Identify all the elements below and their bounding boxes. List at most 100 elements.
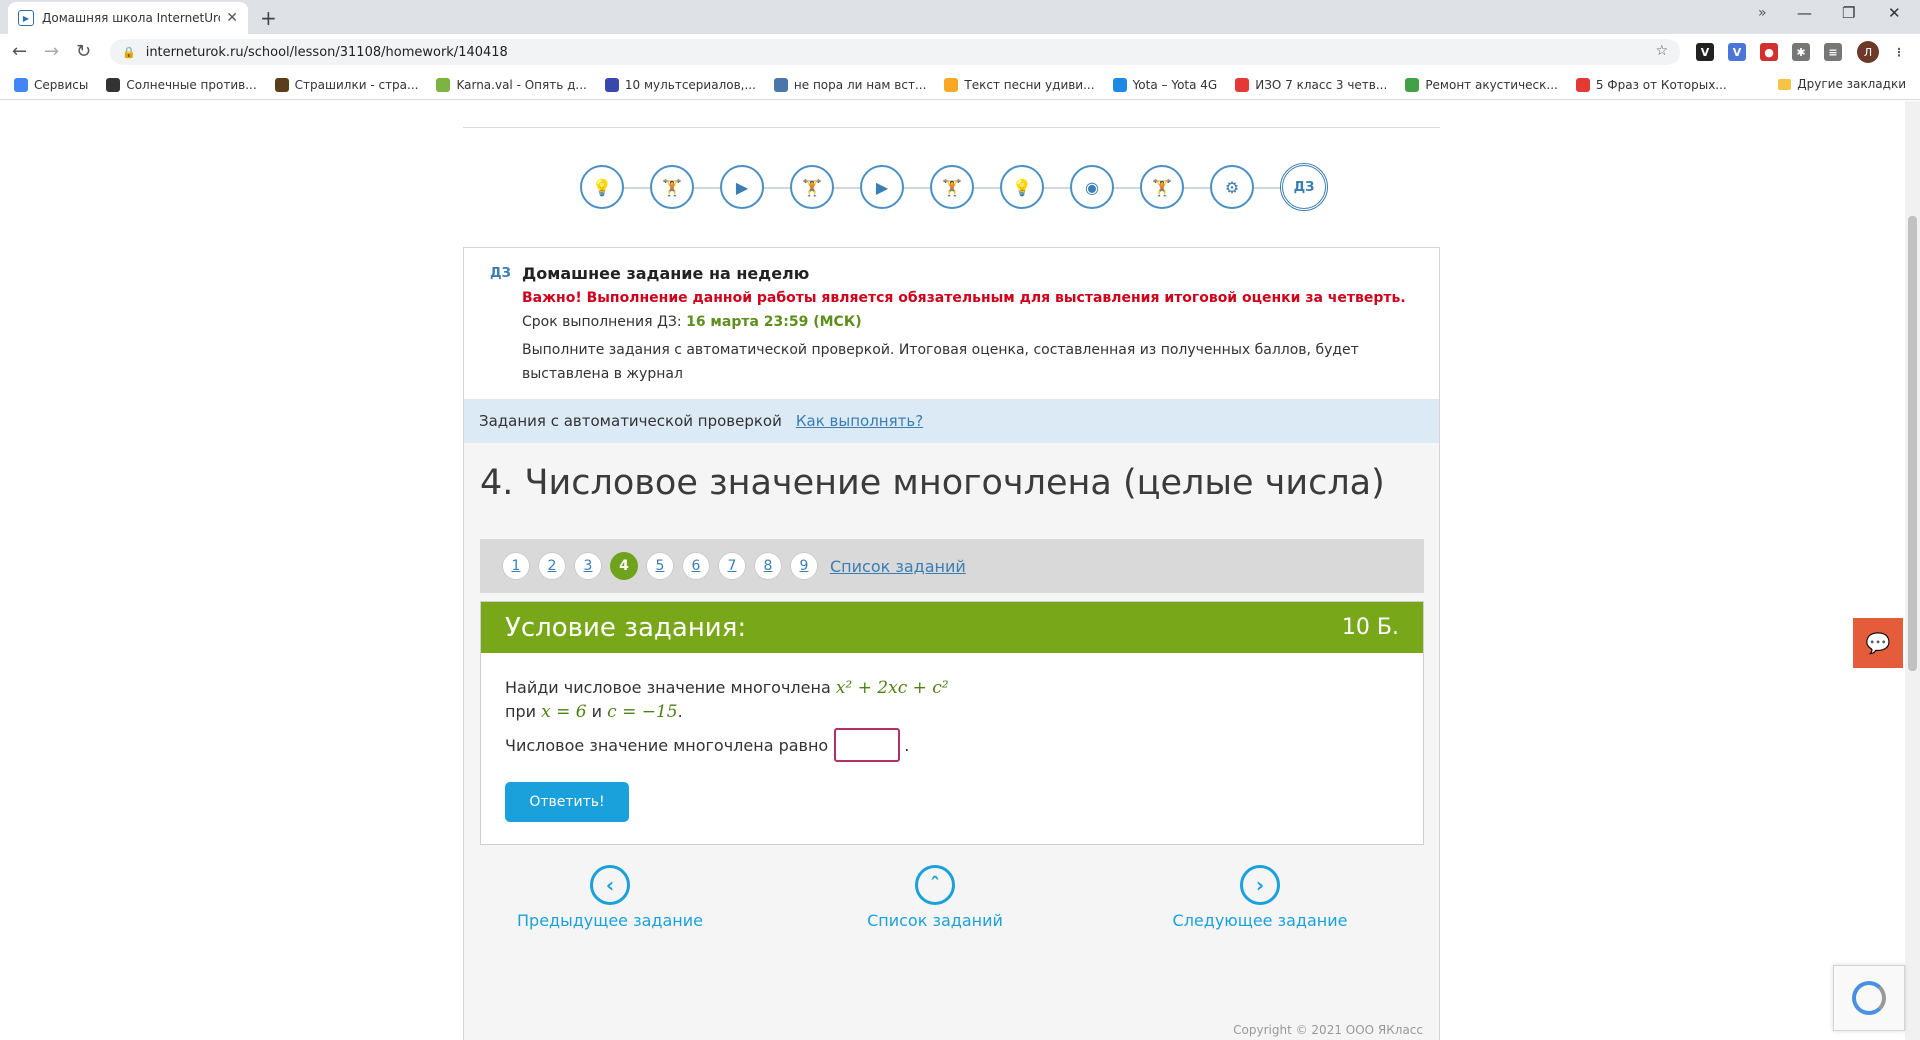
extensions-puzzle-icon[interactable]: ✱ xyxy=(1792,43,1810,61)
bookmark-label: Ремонт акустическ... xyxy=(1425,77,1558,92)
browser-toolbar: ← → ↻ 🔒 interneturok.ru/school/lesson/31… xyxy=(0,34,1920,70)
bookmark-label: ИЗО 7 класс 3 четв... xyxy=(1255,77,1388,92)
note-icon xyxy=(944,77,959,92)
step-homework[interactable]: ДЗ xyxy=(1280,163,1328,211)
tab-close-icon[interactable]: ✕ xyxy=(226,10,238,26)
submit-answer-button[interactable]: Ответить! xyxy=(505,782,629,822)
question-text: Найди числовое значение многочлена xyxy=(505,678,836,697)
url-text: interneturok.ru/school/lesson/31108/home… xyxy=(145,44,508,60)
page-scrollbar[interactable] xyxy=(1905,101,1920,1040)
bookmark-item[interactable]: Ремонт акустическ... xyxy=(1405,77,1558,92)
play-favicon-icon: ▶ xyxy=(18,10,34,26)
apps-grid-icon xyxy=(14,77,28,92)
task-page-7[interactable]: 7 xyxy=(718,552,746,580)
c-value: c = −15 xyxy=(607,702,678,722)
bookmark-item[interactable]: ИЗО 7 класс 3 четв... xyxy=(1235,77,1388,92)
task-page-3[interactable]: 3 xyxy=(574,552,602,580)
auto-check-bar: Задания с автоматической проверкой Как в… xyxy=(464,399,1439,443)
chevron-left-icon: ‹ xyxy=(590,865,630,905)
prev-task-link[interactable]: ‹ Предыдущее задание xyxy=(490,865,730,930)
task-pager: 1 2 3 4 5 6 7 8 9 Список заданий xyxy=(480,539,1424,593)
step-dumbbell-icon[interactable]: 🏋 xyxy=(650,165,694,209)
next-task-label: Следующее задание xyxy=(1172,911,1348,930)
window-close-icon[interactable]: ✕ xyxy=(1888,4,1901,22)
ext-shield-icon[interactable]: ● xyxy=(1760,43,1778,61)
answer-input[interactable] xyxy=(834,728,901,762)
reload-icon[interactable]: ↻ xyxy=(76,41,91,62)
task-page-1[interactable]: 1 xyxy=(502,552,530,580)
other-bookmarks[interactable]: Другие закладки xyxy=(1778,77,1906,91)
tab-title: Домашняя школа InternetUrok.r xyxy=(42,11,220,25)
deadline-value: 16 марта 23:59 (МСК) xyxy=(686,314,862,330)
bookmark-item[interactable]: Yota – Yota 4G xyxy=(1112,77,1217,92)
condition-box: Условие задания: 10 Б. Найди числовое зн… xyxy=(480,601,1424,845)
top-divider xyxy=(463,127,1440,128)
bookmark-item[interactable]: Karna.val - Опять д... xyxy=(436,77,587,92)
condition-label: Условие задания: xyxy=(505,612,747,643)
question-line-1: Найди числовое значение многочлена x² + … xyxy=(505,678,949,698)
task-list-pager-link[interactable]: Список заданий xyxy=(830,557,966,576)
task-page-6[interactable]: 6 xyxy=(682,552,710,580)
next-task-link[interactable]: › Следующее задание xyxy=(1140,865,1380,930)
bookmark-item[interactable]: Солнечные против... xyxy=(106,77,257,92)
bookmark-star-icon[interactable]: ☆ xyxy=(1655,43,1668,59)
task-page-9[interactable]: 9 xyxy=(790,552,818,580)
bookmark-item[interactable]: 10 мультсериалов,... xyxy=(604,77,756,92)
back-icon[interactable]: ← xyxy=(12,41,27,62)
auto-check-label: Задания с автоматической проверкой xyxy=(479,412,782,430)
bookmark-label: Страшилки - стра... xyxy=(294,77,419,92)
step-dumbbell-multi-icon[interactable]: ⚙ xyxy=(1210,165,1254,209)
bookmarks-bar: Сервисы Солнечные против... Страшилки - ст… xyxy=(0,70,1920,100)
bookmark-item[interactable]: Сервисы xyxy=(14,77,88,92)
bookmark-item[interactable]: Текст песни удиви... xyxy=(944,77,1095,92)
youtube-icon xyxy=(1235,77,1250,92)
forward-icon[interactable]: → xyxy=(44,41,59,62)
step-play-icon[interactable]: ▶ xyxy=(860,165,904,209)
step-webcam-icon[interactable]: ◉ xyxy=(1070,165,1114,209)
step-bulb-icon[interactable]: 💡 xyxy=(580,165,624,209)
ext-v2-icon[interactable]: V xyxy=(1728,43,1746,61)
task-page-4[interactable]: 4 xyxy=(610,552,638,580)
profile-avatar[interactable]: Л xyxy=(1857,41,1879,63)
music-icon xyxy=(436,77,451,92)
how-to-link[interactable]: Как выполнять? xyxy=(796,412,923,430)
recaptcha-badge[interactable] xyxy=(1833,965,1905,1031)
bookmark-label: 5 Фраз от Которых... xyxy=(1595,77,1727,92)
browser-tab-active[interactable]: ▶ Домашняя школа InternetUrok.r ✕ xyxy=(8,2,248,34)
step-play-icon[interactable]: ▶ xyxy=(720,165,764,209)
answer-row: Числовое значение многочлена равно . xyxy=(505,728,909,762)
task-list-link[interactable]: ˆ Список заданий xyxy=(815,865,1055,930)
minimize-icon[interactable]: — xyxy=(1797,4,1812,22)
address-bar[interactable]: 🔒 interneturok.ru/school/lesson/31108/ho… xyxy=(110,39,1680,65)
step-bulb-icon[interactable]: 💡 xyxy=(1000,165,1044,209)
bookmarks-overflow-icon[interactable]: » xyxy=(1758,5,1767,21)
homework-description: Выполните задания с автоматической прове… xyxy=(522,342,1359,382)
question-line-2: при x = 6 и c = −15. xyxy=(505,702,683,722)
chat-icon[interactable]: 💬 xyxy=(1853,618,1903,668)
bookmark-label: Солнечные против... xyxy=(126,77,257,92)
scrollbar-thumb[interactable] xyxy=(1908,216,1917,671)
step-dumbbell-icon[interactable]: 🏋 xyxy=(930,165,974,209)
task-page-2[interactable]: 2 xyxy=(538,552,566,580)
ext-v-icon[interactable]: V xyxy=(1696,43,1714,61)
bookmark-item[interactable]: 5 Фраз от Которых... xyxy=(1575,77,1727,92)
task-page-8[interactable]: 8 xyxy=(754,552,782,580)
new-tab-icon[interactable]: + xyxy=(260,6,277,30)
reading-list-icon[interactable]: ≡ xyxy=(1824,43,1842,61)
task-list-label: Список заданий xyxy=(867,911,1003,930)
task-page-5[interactable]: 5 xyxy=(646,552,674,580)
vk-icon xyxy=(773,77,788,92)
step-dumbbell-icon[interactable]: 🏋 xyxy=(790,165,834,209)
browser-menu-icon[interactable]: ⋮ xyxy=(1890,43,1908,61)
step-dumbbell-icon[interactable]: 🏋 xyxy=(1140,165,1184,209)
youtube-icon xyxy=(1575,77,1590,92)
bookmark-item[interactable]: Страшилки - стра... xyxy=(274,77,419,92)
bookmark-item[interactable]: не пора ли нам вст... xyxy=(773,77,926,92)
polynomial-expression: x² + 2xc + c² xyxy=(835,678,949,698)
page-content: 💡 🏋 ▶ 🏋 ▶ 🏋 💡 ◉ 🏋 ⚙ ДЗ ДЗ Домашнее задание на неде… xyxy=(0,101,1905,1040)
hourglass-icon xyxy=(106,77,121,92)
homework-warning: Важно! Выполнение данной работы является… xyxy=(522,290,1406,306)
browser-tab-strip: ▶ Домашняя школа InternetUrok.r ✕ + — ❐ … xyxy=(0,0,1920,34)
recaptcha-logo-icon xyxy=(1852,981,1886,1015)
restore-icon[interactable]: ❐ xyxy=(1842,4,1855,22)
